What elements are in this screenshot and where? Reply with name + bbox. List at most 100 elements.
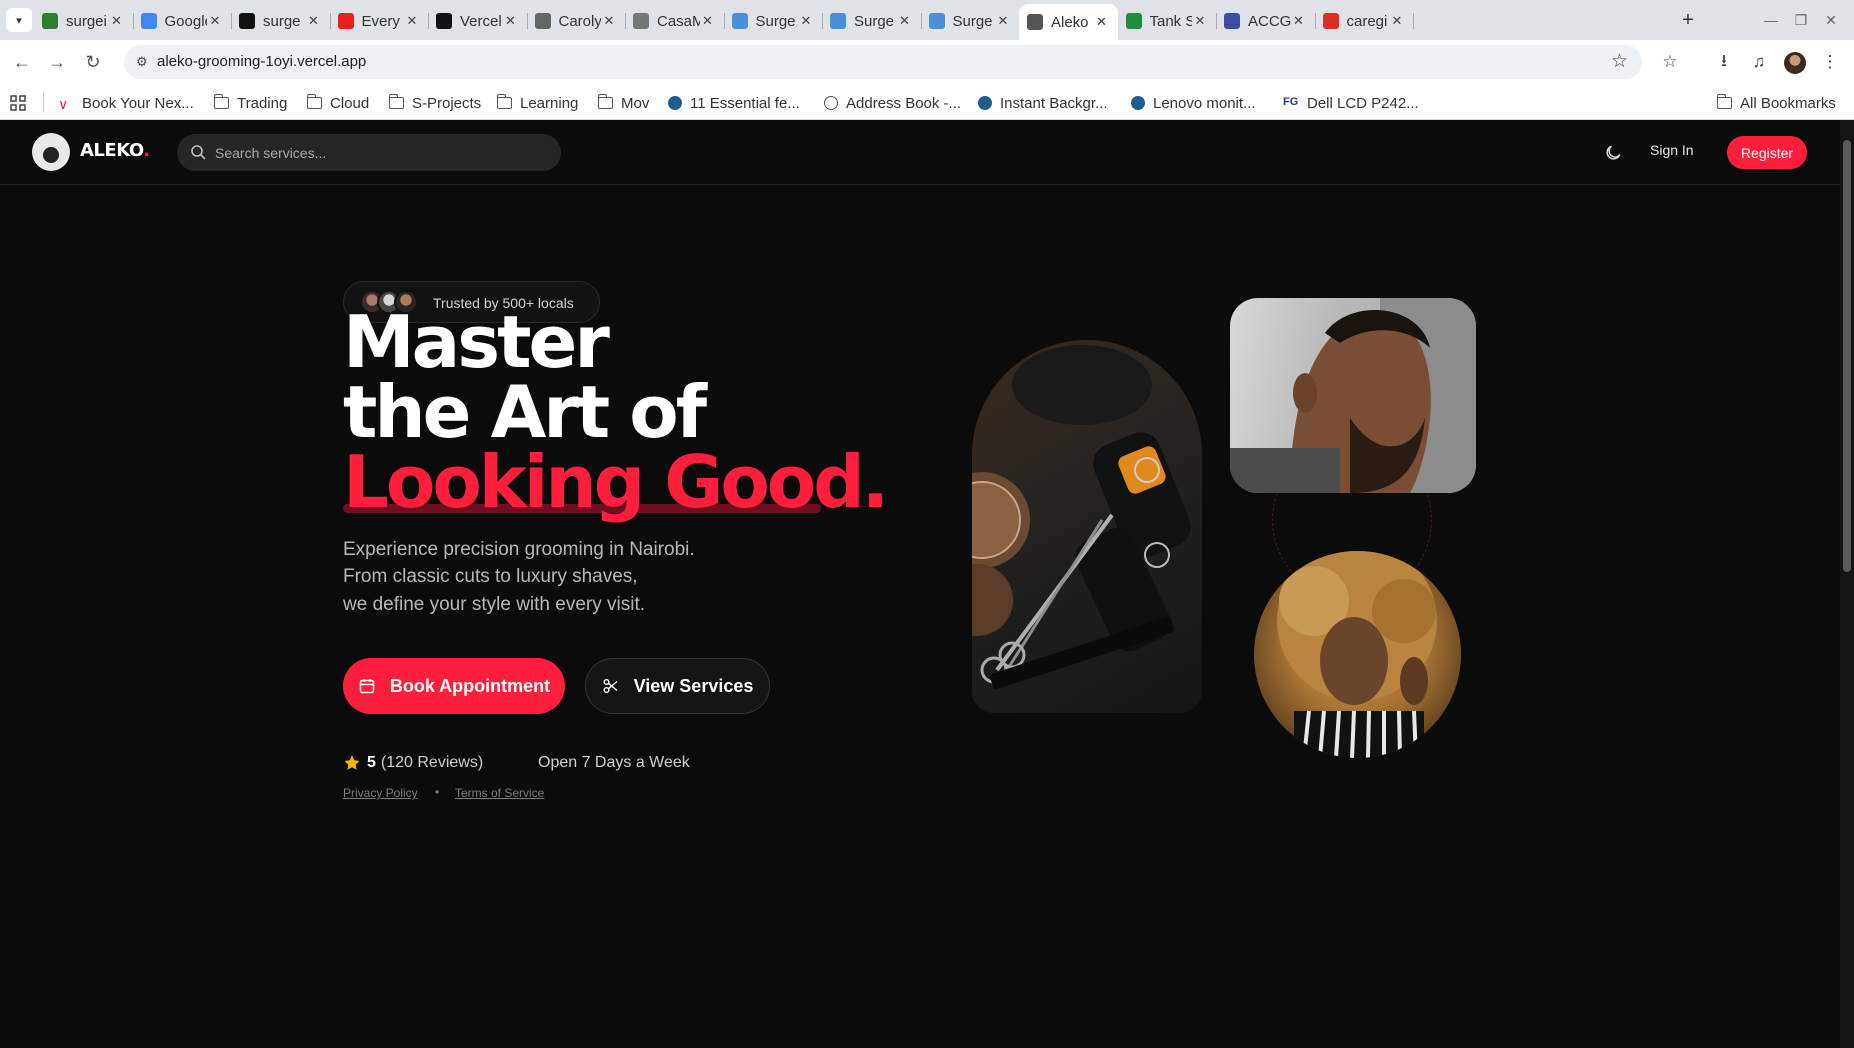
scissors-icon bbox=[603, 679, 618, 693]
tab-close-icon[interactable]: ✕ bbox=[1094, 14, 1110, 30]
tab-close-icon[interactable]: ✕ bbox=[1192, 13, 1208, 29]
brand-name[interactable]: ALEKO. bbox=[80, 140, 150, 161]
tab-close-icon[interactable]: ✕ bbox=[897, 13, 913, 29]
browser-tab[interactable]: ACCGK✕ bbox=[1216, 6, 1316, 36]
bookmark-item[interactable]: Lenovo monit... bbox=[1131, 93, 1256, 113]
close-window-button[interactable]: ✕ bbox=[1816, 8, 1846, 32]
register-button[interactable]: Register bbox=[1727, 136, 1807, 169]
browser-tab[interactable]: caregi ✕ bbox=[1315, 6, 1414, 36]
browser-tab[interactable]: Surge ✕ bbox=[822, 6, 922, 36]
tab-close-icon[interactable]: ✕ bbox=[700, 13, 716, 29]
site-info-icon[interactable]: ⚙ bbox=[136, 54, 152, 70]
browser-tab[interactable]: Google✕ bbox=[133, 6, 232, 36]
tab-close-icon[interactable]: ✕ bbox=[404, 13, 420, 29]
tab-close-icon[interactable]: ✕ bbox=[1291, 13, 1307, 29]
tab-favicon-icon bbox=[633, 13, 649, 29]
terms-of-service-link[interactable]: Terms of Service bbox=[455, 786, 544, 800]
tab-close-icon[interactable]: ✕ bbox=[601, 13, 617, 29]
bookmarks-bar: ∨ Book Your Nex... Trading Cloud S-Projects L… bbox=[0, 84, 1854, 120]
extensions-star-icon[interactable]: ☆ bbox=[1658, 50, 1682, 74]
page-scrollbar[interactable] bbox=[1840, 120, 1854, 1048]
site-icon bbox=[1131, 96, 1145, 110]
browser-tab[interactable]: Surge ✕ bbox=[921, 6, 1020, 36]
new-tab-button[interactable]: + bbox=[1676, 6, 1700, 34]
browser-tab[interactable]: Every ✕ bbox=[330, 6, 429, 36]
search-icon bbox=[191, 145, 206, 160]
browser-tab[interactable]: Vercel ✕ bbox=[428, 6, 528, 36]
tab-close-icon[interactable]: ✕ bbox=[503, 13, 519, 29]
moon-icon[interactable] bbox=[1604, 142, 1624, 162]
tab-title: Tank S bbox=[1149, 12, 1193, 30]
tab-close-icon[interactable]: ✕ bbox=[109, 13, 125, 29]
brand-logo-icon[interactable] bbox=[32, 133, 70, 171]
sign-in-link[interactable]: Sign In bbox=[1650, 142, 1694, 158]
search-bar[interactable] bbox=[177, 134, 561, 171]
tab-close-icon[interactable]: ✕ bbox=[207, 13, 223, 29]
restore-button[interactable]: ❐ bbox=[1786, 8, 1816, 32]
bookmark-item[interactable]: Instant Backgr... bbox=[978, 93, 1108, 113]
woman-curly-hair-image bbox=[1254, 551, 1461, 758]
forward-button[interactable]: → bbox=[44, 49, 70, 75]
site-header: ALEKO. Sign In Register bbox=[0, 120, 1840, 185]
calendar-icon bbox=[359, 679, 375, 694]
back-button[interactable]: ← bbox=[9, 49, 35, 75]
tab-search-button[interactable]: ▾ bbox=[6, 8, 32, 32]
tab-favicon-icon bbox=[1125, 13, 1142, 29]
tab-close-icon[interactable]: ✕ bbox=[306, 13, 322, 29]
tab-title: Google bbox=[164, 12, 208, 30]
chevron-down-icon: ▾ bbox=[16, 14, 22, 27]
bookmark-item[interactable]: ∨ Book Your Nex... bbox=[58, 93, 194, 113]
scrollbar-thumb[interactable] bbox=[1843, 140, 1851, 572]
close-icon: ✕ bbox=[1825, 11, 1837, 28]
bookmark-item[interactable]: 11 Essential fe... bbox=[668, 93, 800, 113]
book-appointment-button[interactable]: Book Appointment bbox=[343, 658, 565, 714]
address-bar[interactable]: ⚙ aleko-grooming-1oyi.vercel.app ☆ bbox=[124, 45, 1642, 79]
more-menu-icon[interactable]: ⋮ bbox=[1818, 50, 1842, 74]
browser-tab[interactable]: CasaM ✕ bbox=[625, 6, 725, 36]
tab-favicon-icon bbox=[830, 13, 846, 29]
bookmark-label: Learning bbox=[520, 94, 579, 112]
tab-close-icon[interactable]: ✕ bbox=[1389, 13, 1405, 29]
browser-tab[interactable]: surge ✕ bbox=[231, 6, 331, 36]
browser-tab[interactable]: Caroly ✕ bbox=[527, 6, 626, 36]
download-icon[interactable]: ⭳ bbox=[1712, 50, 1736, 74]
tab-favicon-icon bbox=[1027, 14, 1043, 30]
page-viewport: ALEKO. Sign In Register Trusted by 500+ … bbox=[0, 120, 1840, 1048]
bookmark-item[interactable]: Mov bbox=[597, 93, 649, 113]
bookmark-star-icon[interactable]: ☆ bbox=[1611, 50, 1628, 73]
book-appointment-label: Book Appointment bbox=[389, 675, 551, 696]
media-controls-icon[interactable]: ♫ bbox=[1747, 50, 1771, 74]
bookmarks-separator bbox=[43, 92, 44, 112]
reload-button[interactable]: ↻ bbox=[80, 49, 106, 75]
browser-tab[interactable]: Tank S ✕ bbox=[1118, 6, 1217, 36]
barber-tools-image bbox=[972, 340, 1202, 713]
profile-avatar[interactable] bbox=[1784, 52, 1806, 74]
search-input[interactable] bbox=[215, 143, 545, 163]
arrow-right-icon: → bbox=[48, 51, 66, 72]
minimize-button[interactable]: — bbox=[1756, 8, 1786, 32]
bookmark-item[interactable]: Address Book -... bbox=[824, 93, 961, 113]
bookmark-item[interactable]: Trading bbox=[213, 93, 287, 113]
tab-close-icon[interactable]: ✕ bbox=[995, 13, 1011, 29]
browser-tab[interactable]: Surge ✕ bbox=[724, 6, 823, 36]
tab-favicon-icon bbox=[731, 13, 748, 29]
folder-icon bbox=[1716, 94, 1732, 109]
bookmark-label: S-Projects bbox=[412, 94, 482, 112]
bookmark-item[interactable]: FG Dell LCD P242... bbox=[1283, 93, 1419, 113]
bookmark-item[interactable]: Learning bbox=[496, 93, 579, 113]
view-services-button[interactable]: View Services bbox=[585, 658, 770, 714]
browser-tabstrip: ▾ surgei✕Google✕surge✕Every✕Vercel✕Carol… bbox=[0, 0, 1854, 40]
privacy-policy-link[interactable]: Privacy Policy bbox=[343, 786, 418, 800]
browser-tab[interactable]: Aleko ✕ bbox=[1019, 4, 1118, 40]
v-logo-icon: ∨ bbox=[58, 96, 69, 112]
tab-favicon-icon bbox=[239, 13, 255, 29]
bookmark-item[interactable]: S-Projects bbox=[388, 93, 482, 113]
man-haircut-image bbox=[1230, 298, 1476, 493]
apps-grid-icon[interactable] bbox=[10, 93, 26, 113]
bookmark-item[interactable]: Cloud bbox=[306, 93, 369, 113]
hero-description-line-2: From classic cuts to luxury shaves, bbox=[343, 566, 638, 587]
tab-favicon-icon bbox=[140, 13, 157, 29]
all-bookmarks-folder[interactable]: All Bookmarks bbox=[1716, 93, 1836, 113]
browser-tab[interactable]: surgei ✕ bbox=[34, 6, 134, 36]
tab-close-icon[interactable]: ✕ bbox=[798, 13, 814, 29]
